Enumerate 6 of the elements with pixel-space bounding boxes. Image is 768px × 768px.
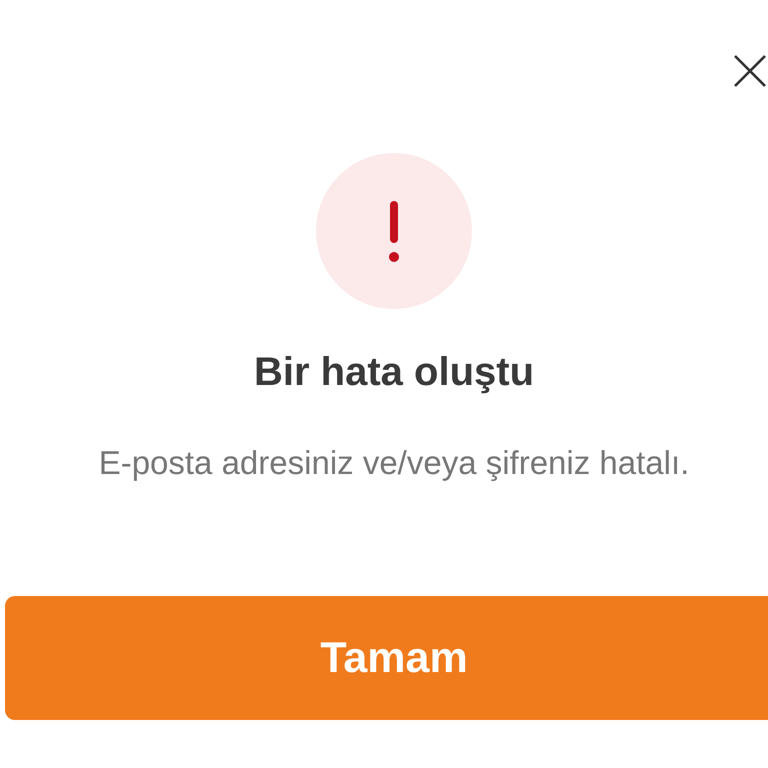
close-icon (733, 54, 767, 88)
ok-button[interactable]: Tamam (5, 596, 768, 720)
exclamation-icon (316, 153, 472, 309)
error-message: E-posta adresiniz ve/veya şifreniz hatalı. (98, 443, 690, 483)
dialog-title: Bir hata oluştu (254, 349, 534, 396)
close-button[interactable] (733, 54, 767, 88)
